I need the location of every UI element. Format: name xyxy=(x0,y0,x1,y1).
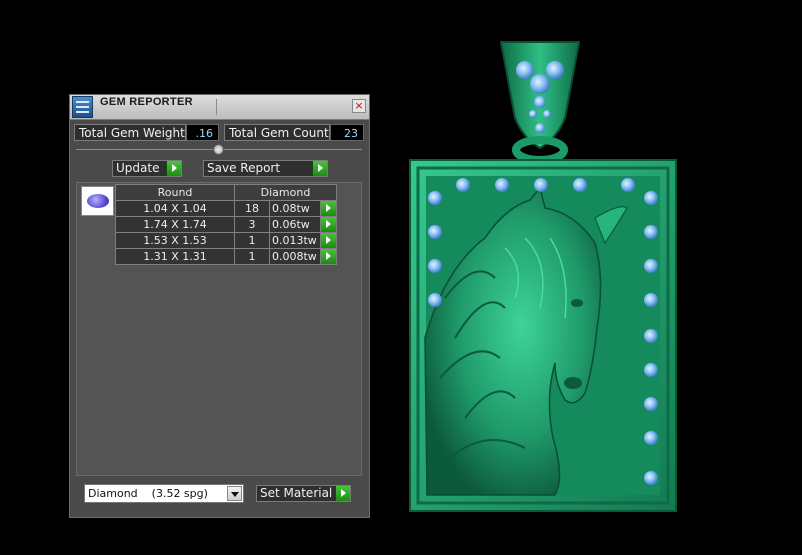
bail xyxy=(499,41,581,164)
gem-total-weight: 0.008tw xyxy=(269,248,321,265)
gem-count: 1 xyxy=(234,248,270,265)
panel-splitter-handle[interactable] xyxy=(213,144,224,155)
panel-title: GEM REPORTER xyxy=(100,96,193,108)
close-icon[interactable]: × xyxy=(352,99,366,113)
gem-total-weight: 0.06tw xyxy=(269,216,321,233)
gem-reporter-app-icon xyxy=(72,96,93,118)
gem-table-header: Round Diamond xyxy=(115,184,337,201)
horse-pendant-model[interactable] xyxy=(405,38,680,516)
gem-count: 1 xyxy=(234,232,270,249)
chevron-down-icon[interactable] xyxy=(227,486,242,501)
green-arrow-icon xyxy=(312,161,327,176)
table-row[interactable]: 1.31 X 1.31 1 0.008tw xyxy=(115,248,337,265)
gem-size: 1.74 X 1.74 xyxy=(115,216,235,233)
green-arrow-icon xyxy=(321,233,336,248)
title-divider xyxy=(216,99,217,115)
row-go-button[interactable] xyxy=(320,200,337,217)
material-dropdown-value: Diamond (3.52 spg) xyxy=(88,487,208,500)
row-go-button[interactable] xyxy=(320,248,337,265)
table-row[interactable]: 1.53 X 1.53 1 0.013tw xyxy=(115,232,337,249)
gem-count: 3 xyxy=(234,216,270,233)
total-gem-weight-value: .16 xyxy=(186,124,219,141)
set-material-button-label: Set Material xyxy=(260,486,333,500)
row-go-button[interactable] xyxy=(320,216,337,233)
total-gem-weight-label: Total Gem Weight xyxy=(74,124,186,141)
total-gem-count-value: 23 xyxy=(330,124,364,141)
green-arrow-icon xyxy=(321,217,336,232)
row-go-button[interactable] xyxy=(320,232,337,249)
gem-size: 1.53 X 1.53 xyxy=(115,232,235,249)
gem-size: 1.04 X 1.04 xyxy=(115,200,235,217)
header-material: Diamond xyxy=(234,184,337,201)
gem-total-weight: 0.08tw xyxy=(269,200,321,217)
gem-reporter-panel: GEM REPORTER × Total Gem Weight .16 Tota… xyxy=(69,94,370,518)
green-arrow-icon xyxy=(321,201,336,216)
update-button-label: Update xyxy=(116,161,160,175)
round-gem-icon[interactable] xyxy=(81,186,114,216)
save-report-button[interactable]: Save Report xyxy=(203,160,328,177)
green-arrow-icon xyxy=(321,249,336,264)
update-button[interactable]: Update xyxy=(112,160,182,177)
green-arrow-icon xyxy=(335,486,350,501)
table-row[interactable]: 1.74 X 1.74 3 0.06tw xyxy=(115,216,337,233)
gem-total-weight: 0.013tw xyxy=(269,232,321,249)
gem-list-area: Round Diamond 1.04 X 1.04 18 0.08tw 1.74… xyxy=(76,182,362,476)
material-dropdown[interactable]: Diamond (3.52 spg) xyxy=(84,484,244,503)
title-bar[interactable]: GEM REPORTER × xyxy=(70,95,369,120)
gem-table: Round Diamond 1.04 X 1.04 18 0.08tw 1.74… xyxy=(115,184,337,265)
gem-size: 1.31 X 1.31 xyxy=(115,248,235,265)
gem-count: 18 xyxy=(234,200,270,217)
total-gem-count-label: Total Gem Count xyxy=(224,124,330,141)
set-material-button[interactable]: Set Material xyxy=(256,485,351,502)
table-row[interactable]: 1.04 X 1.04 18 0.08tw xyxy=(115,200,337,217)
save-report-button-label: Save Report xyxy=(207,161,281,175)
green-arrow-icon xyxy=(166,161,181,176)
header-shape: Round xyxy=(115,184,235,201)
